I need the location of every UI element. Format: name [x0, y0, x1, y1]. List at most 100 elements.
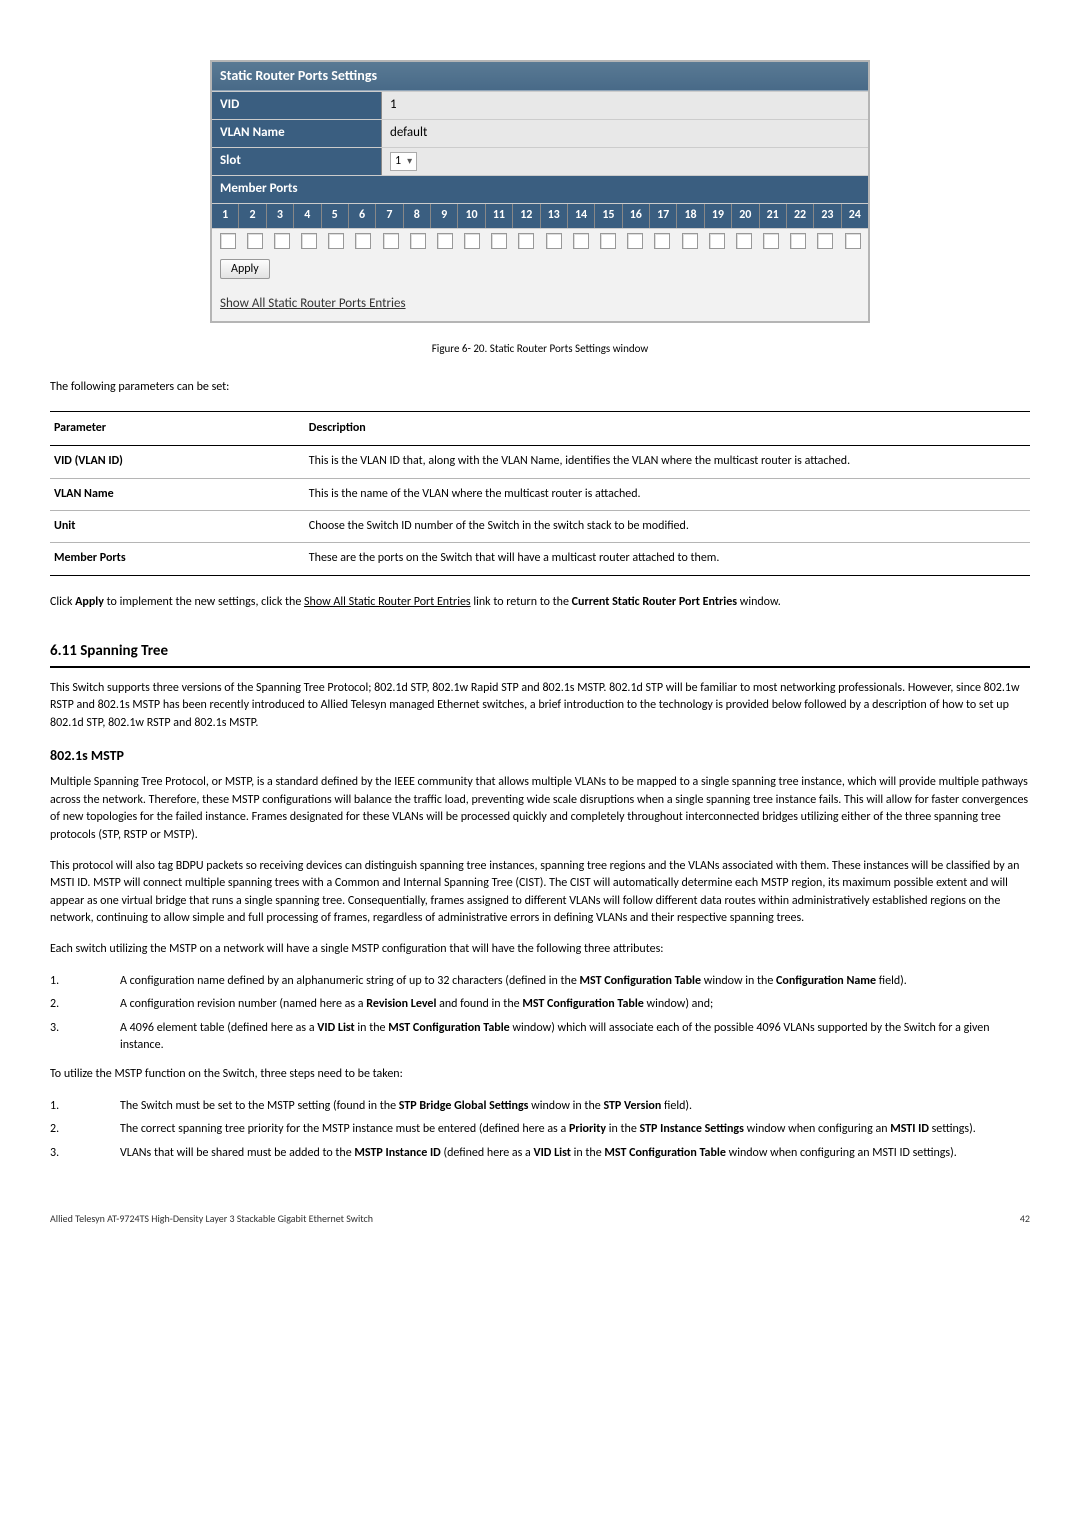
- port-checkbox-24[interactable]: [839, 233, 866, 249]
- port-header-21: 21: [760, 204, 787, 227]
- port-checkbox-16[interactable]: [622, 233, 649, 249]
- mstp-paragraph-1: Multiple Spanning Tree Protocol, or MSTP…: [50, 774, 1030, 844]
- parameters-table: Parameter Description VID (VLAN ID)This …: [50, 411, 1030, 576]
- slot-label: Slot: [212, 148, 382, 175]
- port-header-11: 11: [486, 204, 513, 227]
- port-header-18: 18: [677, 204, 704, 227]
- port-header-9: 9: [431, 204, 458, 227]
- apply-button[interactable]: Apply: [220, 259, 270, 279]
- port-checkbox-13[interactable]: [540, 233, 567, 249]
- port-header-10: 10: [458, 204, 485, 227]
- chevron-down-icon: ▾: [407, 154, 412, 169]
- member-ports-label: Member Ports: [212, 175, 868, 203]
- port-header-14: 14: [568, 204, 595, 227]
- port-checkbox-11[interactable]: [486, 233, 513, 249]
- apply-inline: Apply: [75, 595, 104, 609]
- port-header-7: 7: [376, 204, 403, 227]
- port-header-6: 6: [349, 204, 376, 227]
- port-header-17: 17: [650, 204, 677, 227]
- port-header-23: 23: [814, 204, 841, 227]
- table-row: UnitChoose the Switch ID number of the S…: [50, 510, 1030, 542]
- panel-title: Static Router Ports Settings: [212, 62, 868, 91]
- vlan-name-label: VLAN Name: [212, 120, 382, 147]
- after-table-paragraph: Click Apply to implement the new setting…: [50, 594, 1030, 611]
- port-checkbox-15[interactable]: [594, 233, 621, 249]
- slot-value-cell: 1 ▾: [382, 148, 868, 175]
- param-desc: This is the VLAN ID that, along with the…: [305, 446, 1030, 478]
- port-header-2: 2: [239, 204, 266, 227]
- port-checkbox-6[interactable]: [350, 233, 377, 249]
- show-all-link[interactable]: Show All Static Router Ports Entries: [220, 296, 406, 311]
- attributes-list: 1.A configuration name defined by an alp…: [50, 973, 1030, 1055]
- port-checkbox-17[interactable]: [649, 233, 676, 249]
- ports-checkbox-row: [212, 228, 868, 253]
- footer-page-number: 42: [1020, 1212, 1030, 1227]
- port-header-22: 22: [787, 204, 814, 227]
- port-checkbox-5[interactable]: [323, 233, 350, 249]
- port-checkbox-12[interactable]: [513, 233, 540, 249]
- slot-select-value: 1: [395, 153, 401, 170]
- list-item: 2.A configuration revision number (named…: [50, 996, 1030, 1013]
- spanning-tree-intro: This Switch supports three versions of t…: [50, 680, 1030, 732]
- intro-params-line: The following parameters can be set:: [50, 379, 1030, 396]
- figure-caption: Figure 6- 20. Static Router Ports Settin…: [50, 341, 1030, 357]
- port-checkbox-23[interactable]: [812, 233, 839, 249]
- table-row: Member PortsThese are the ports on the S…: [50, 543, 1030, 575]
- port-checkbox-14[interactable]: [567, 233, 594, 249]
- port-header-1: 1: [212, 204, 239, 227]
- port-checkbox-20[interactable]: [730, 233, 757, 249]
- port-header-3: 3: [267, 204, 294, 227]
- list-item: 1.The Switch must be set to the MSTP set…: [50, 1098, 1030, 1115]
- port-checkbox-10[interactable]: [459, 233, 486, 249]
- port-header-20: 20: [732, 204, 759, 227]
- port-header-19: 19: [705, 204, 732, 227]
- th-parameter: Parameter: [50, 411, 305, 445]
- steps-list: 1.The Switch must be set to the MSTP set…: [50, 1098, 1030, 1162]
- port-header-12: 12: [513, 204, 540, 227]
- th-description: Description: [305, 411, 1030, 445]
- port-header-24: 24: [842, 204, 868, 227]
- list-item: 3.A 4096 element table (defined here as …: [50, 1020, 1030, 1055]
- port-header-13: 13: [541, 204, 568, 227]
- table-row: VLAN NameThis is the name of the VLAN wh…: [50, 478, 1030, 510]
- list-item: 2.The correct spanning tree priority for…: [50, 1121, 1030, 1138]
- vid-value: 1: [382, 92, 868, 119]
- param-name: Member Ports: [50, 543, 305, 575]
- page-footer: Allied Telesyn AT-9724TS High-Density La…: [50, 1212, 1030, 1227]
- port-header-5: 5: [322, 204, 349, 227]
- vlan-name-value: default: [382, 120, 868, 147]
- port-header-16: 16: [623, 204, 650, 227]
- port-checkbox-4[interactable]: [296, 233, 323, 249]
- param-desc: These are the ports on the Switch that w…: [305, 543, 1030, 575]
- footer-left: Allied Telesyn AT-9724TS High-Density La…: [50, 1212, 373, 1227]
- port-checkbox-19[interactable]: [703, 233, 730, 249]
- port-checkbox-2[interactable]: [241, 233, 268, 249]
- param-name: Unit: [50, 510, 305, 542]
- param-desc: Choose the Switch ID number of the Switc…: [305, 510, 1030, 542]
- port-checkbox-7[interactable]: [377, 233, 404, 249]
- subsection-heading-mstp: 802.1s MSTP: [50, 746, 1030, 766]
- slot-select[interactable]: 1 ▾: [390, 152, 417, 171]
- port-checkbox-8[interactable]: [404, 233, 431, 249]
- port-header-15: 15: [595, 204, 622, 227]
- mstp-paragraph-2: This protocol will also tag BDPU packets…: [50, 858, 1030, 928]
- utilize-line: To utilize the MSTP function on the Swit…: [50, 1066, 1030, 1083]
- param-name: VID (VLAN ID): [50, 446, 305, 478]
- ports-header-row: 123456789101112131415161718192021222324: [212, 203, 868, 227]
- port-checkbox-22[interactable]: [785, 233, 812, 249]
- list-item: 3.VLANs that will be shared must be adde…: [50, 1145, 1030, 1162]
- param-name: VLAN Name: [50, 478, 305, 510]
- section-heading-spanning-tree: 6.11 Spanning Tree: [50, 641, 1030, 668]
- port-checkbox-18[interactable]: [676, 233, 703, 249]
- mstp-paragraph-3: Each switch utilizing the MSTP on a netw…: [50, 941, 1030, 958]
- list-item: 1.A configuration name defined by an alp…: [50, 973, 1030, 990]
- table-row: VID (VLAN ID)This is the VLAN ID that, a…: [50, 446, 1030, 478]
- port-checkbox-3[interactable]: [268, 233, 295, 249]
- param-desc: This is the name of the VLAN where the m…: [305, 478, 1030, 510]
- port-checkbox-21[interactable]: [757, 233, 784, 249]
- vid-label: VID: [212, 92, 382, 119]
- static-router-ports-screenshot: Static Router Ports Settings VID 1 VLAN …: [210, 60, 870, 323]
- port-checkbox-9[interactable]: [431, 233, 458, 249]
- port-checkbox-1[interactable]: [214, 233, 241, 249]
- show-all-inline-link[interactable]: Show All Static Router Port Entries: [304, 595, 471, 609]
